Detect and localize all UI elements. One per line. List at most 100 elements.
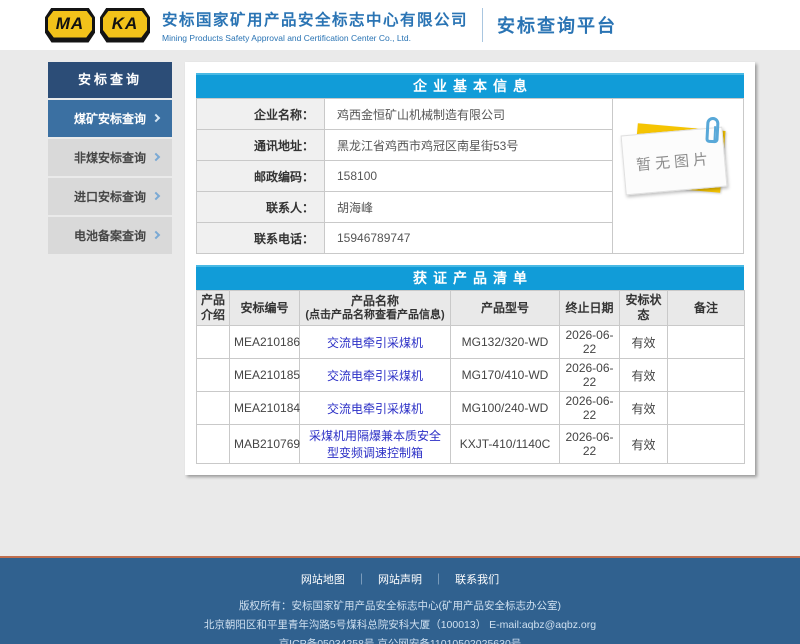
company-info-title: 企业基本信息 bbox=[196, 73, 744, 98]
col-cert-status: 安标状态 bbox=[620, 291, 668, 326]
product-model-cell: MG132/320-WD bbox=[451, 326, 560, 359]
paperclip-icon bbox=[705, 117, 719, 144]
expiry-date-cell: 2026-06-22 bbox=[560, 359, 620, 392]
table-row: MEA210184 交流电牵引采煤机 MG100/240-WD 2026-06-… bbox=[197, 392, 745, 425]
product-intro-cell bbox=[197, 359, 230, 392]
phone-value: 15946789747 bbox=[325, 223, 613, 254]
org-name-cn: 安标国家矿用产品安全标志中心有限公司 bbox=[162, 8, 468, 30]
address-value: 黑龙江省鸡西市鸡冠区南星街53号 bbox=[325, 130, 613, 161]
sidebar-item-label: 煤矿安标查询 bbox=[74, 110, 146, 127]
expiry-date-cell: 2026-06-22 bbox=[560, 425, 620, 464]
contact-person-label: 联系人： bbox=[197, 192, 325, 223]
page-footer: 网站地图 ｜ 网站声明 ｜ 联系我们 版权所有：安标国家矿用产品安全标志中心(矿… bbox=[0, 556, 800, 644]
contact-person-value: 胡海峰 bbox=[325, 192, 613, 223]
col-product-model: 产品型号 bbox=[451, 291, 560, 326]
product-intro-cell bbox=[197, 425, 230, 464]
phone-label: 联系电话： bbox=[197, 223, 325, 254]
sidebar-item-battery-query[interactable]: 电池备案查询 bbox=[48, 217, 172, 254]
chevron-right-icon bbox=[152, 192, 160, 200]
footer-separator: ｜ bbox=[356, 574, 367, 586]
page-header: MA KA 安标国家矿用产品安全标志中心有限公司 Mining Products… bbox=[0, 0, 800, 50]
company-image-placeholder: 暂无图片 bbox=[613, 98, 744, 254]
product-model-cell: KXJT-410/1140C bbox=[451, 425, 560, 464]
product-name-cell: 交流电牵引采煤机 bbox=[300, 392, 451, 425]
cert-status-cell: 有效 bbox=[620, 425, 668, 464]
col-note: 备注 bbox=[668, 291, 745, 326]
table-row: MEA210186 交流电牵引采煤机 MG132/320-WD 2026-06-… bbox=[197, 326, 745, 359]
company-name-label: 企业名称： bbox=[197, 99, 325, 130]
cert-number-cell: MEA210186 bbox=[230, 326, 300, 359]
maka-logo[interactable]: MA KA bbox=[45, 8, 150, 43]
col-product-name: 产品名称 (点击产品名称查看产品信息) bbox=[300, 291, 451, 326]
logo-badge-ka-icon: KA bbox=[100, 8, 150, 43]
cert-number-cell: MEA210185 bbox=[230, 359, 300, 392]
sidebar-item-noncoal-query[interactable]: 非煤安标查询 bbox=[48, 139, 172, 176]
table-row: 邮政编码： 158100 bbox=[197, 161, 613, 192]
sidebar-item-label: 电池备案查询 bbox=[74, 227, 146, 244]
product-name-link[interactable]: 采煤机用隔爆兼本质安全型变频调速控制箱 bbox=[309, 429, 441, 460]
footer-separator: ｜ bbox=[433, 574, 444, 586]
company-info-section: 企业名称： 鸡西金恒矿山机械制造有限公司 通讯地址： 黑龙江省鸡西市鸡冠区南星街… bbox=[196, 98, 744, 254]
sidebar: 安标查询 煤矿安标查询 非煤安标查询 进口安标查询 电池备案查询 bbox=[48, 62, 172, 475]
product-name-cell: 交流电牵引采煤机 bbox=[300, 326, 451, 359]
product-name-cell: 交流电牵引采煤机 bbox=[300, 359, 451, 392]
org-name-block: 安标国家矿用产品安全标志中心有限公司 Mining Products Safet… bbox=[162, 8, 468, 43]
sidebar-item-coal-query[interactable]: 煤矿安标查询 bbox=[48, 100, 172, 137]
col-product-name-sub: (点击产品名称查看产品信息) bbox=[301, 309, 449, 323]
main-panel: 企业基本信息 企业名称： 鸡西金恒矿山机械制造有限公司 通讯地址： 黑龙江省鸡西… bbox=[185, 62, 755, 475]
table-header-row: 产品介绍 安标编号 产品名称 (点击产品名称查看产品信息) 产品型号 终止日期 … bbox=[197, 291, 745, 326]
sidebar-title: 安标查询 bbox=[48, 62, 172, 98]
col-cert-number: 安标编号 bbox=[230, 291, 300, 326]
footer-link-statement[interactable]: 网站声明 bbox=[378, 574, 422, 586]
logo-badge-ma-icon: MA bbox=[45, 8, 95, 43]
product-name-link[interactable]: 交流电牵引采煤机 bbox=[327, 336, 423, 350]
products-table: 产品介绍 安标编号 产品名称 (点击产品名称查看产品信息) 产品型号 终止日期 … bbox=[196, 290, 745, 464]
footer-address: 北京朝阳区和平里青年沟路5号煤科总院安科大厦（100013） E-mail:aq… bbox=[0, 617, 800, 632]
org-name-en: Mining Products Safety Approval and Cert… bbox=[162, 33, 468, 43]
footer-copyright: 版权所有：安标国家矿用产品安全标志中心(矿用产品安全标志办公室) bbox=[0, 598, 800, 613]
platform-title: 安标查询平台 bbox=[497, 12, 617, 38]
logo-badge-ma-text: MA bbox=[48, 11, 92, 38]
product-name-link[interactable]: 交流电牵引采煤机 bbox=[327, 402, 423, 416]
address-label: 通讯地址： bbox=[197, 130, 325, 161]
note-cell bbox=[668, 359, 745, 392]
company-info-table: 企业名称： 鸡西金恒矿山机械制造有限公司 通讯地址： 黑龙江省鸡西市鸡冠区南星街… bbox=[196, 98, 613, 254]
table-row: 联系电话： 15946789747 bbox=[197, 223, 613, 254]
chevron-right-icon bbox=[152, 114, 160, 122]
expiry-date-cell: 2026-06-22 bbox=[560, 392, 620, 425]
expiry-date-cell: 2026-06-22 bbox=[560, 326, 620, 359]
no-image-text: 暂无图片 bbox=[635, 147, 713, 175]
postcode-value: 158100 bbox=[325, 161, 613, 192]
sidebar-item-import-query[interactable]: 进口安标查询 bbox=[48, 178, 172, 215]
cert-status-cell: 有效 bbox=[620, 326, 668, 359]
footer-link-sitemap[interactable]: 网站地图 bbox=[301, 574, 345, 586]
products-title: 获证产品清单 bbox=[196, 265, 744, 290]
header-divider bbox=[482, 8, 483, 42]
cert-number-cell: MAB210769 bbox=[230, 425, 300, 464]
sidebar-item-label: 非煤安标查询 bbox=[74, 149, 146, 166]
footer-icp: 京ICP备05034258号 京公网安备11010502025630号 bbox=[0, 636, 800, 644]
logo-badge-ka-text: KA bbox=[103, 11, 147, 38]
col-product-name-main: 产品名称 bbox=[301, 294, 449, 309]
table-row: 联系人： 胡海峰 bbox=[197, 192, 613, 223]
chevron-right-icon bbox=[152, 231, 160, 239]
postcode-label: 邮政编码： bbox=[197, 161, 325, 192]
note-cell bbox=[668, 425, 745, 464]
chevron-right-icon bbox=[152, 153, 160, 161]
product-name-cell: 采煤机用隔爆兼本质安全型变频调速控制箱 bbox=[300, 425, 451, 464]
cert-status-cell: 有效 bbox=[620, 392, 668, 425]
sidebar-item-label: 进口安标查询 bbox=[74, 188, 146, 205]
table-row: 企业名称： 鸡西金恒矿山机械制造有限公司 bbox=[197, 99, 613, 130]
content-layout: 安标查询 煤矿安标查询 非煤安标查询 进口安标查询 电池备案查询 企业基本信息 … bbox=[48, 62, 755, 475]
table-row: 通讯地址： 黑龙江省鸡西市鸡冠区南星街53号 bbox=[197, 130, 613, 161]
footer-link-contact[interactable]: 联系我们 bbox=[455, 574, 499, 586]
table-row: MAB210769 采煤机用隔爆兼本质安全型变频调速控制箱 KXJT-410/1… bbox=[197, 425, 745, 464]
col-product-intro: 产品介绍 bbox=[197, 291, 230, 326]
product-model-cell: MG100/240-WD bbox=[451, 392, 560, 425]
product-model-cell: MG170/410-WD bbox=[451, 359, 560, 392]
table-row: MEA210185 交流电牵引采煤机 MG170/410-WD 2026-06-… bbox=[197, 359, 745, 392]
note-cell bbox=[668, 326, 745, 359]
product-intro-cell bbox=[197, 392, 230, 425]
product-name-link[interactable]: 交流电牵引采煤机 bbox=[327, 369, 423, 383]
cert-number-cell: MEA210184 bbox=[230, 392, 300, 425]
